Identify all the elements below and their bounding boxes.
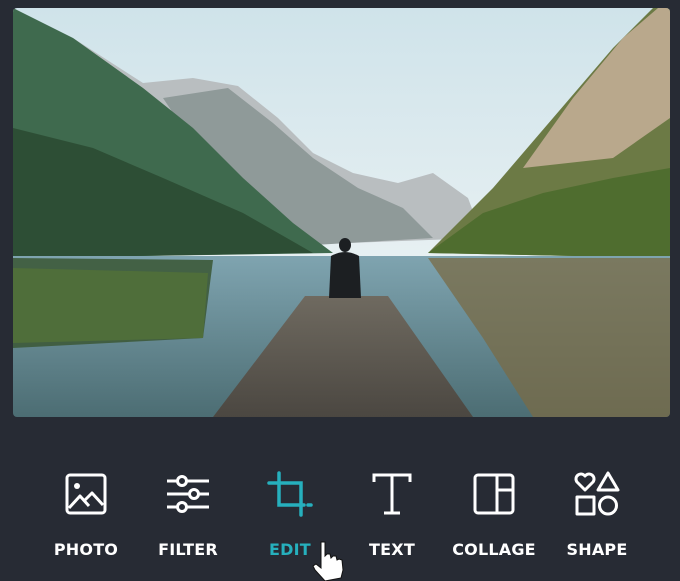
tool-text[interactable]: TEXT [342,470,442,559]
tool-shape[interactable]: SHAPE [547,470,647,559]
image-icon [65,473,107,515]
shapes-icon [574,471,620,516]
hand-pointer-icon [312,541,344,581]
tool-photo[interactable]: PHOTO [36,470,136,559]
photo-canvas[interactable] [13,8,670,417]
tool-label: SHAPE [566,540,628,559]
text-icon [372,473,412,515]
sliders-icon [167,475,209,513]
tool-label: PHOTO [53,540,119,559]
tool-filter[interactable]: FILTER [138,470,238,559]
crop-icon [267,471,313,517]
tool-label: FILTER [158,540,218,559]
tool-label: TEXT [369,540,415,559]
mountain-lake-photo [13,8,670,417]
tool-collage[interactable]: COLLAGE [444,470,544,559]
collage-icon [473,473,515,515]
tool-label: COLLAGE [452,540,536,559]
